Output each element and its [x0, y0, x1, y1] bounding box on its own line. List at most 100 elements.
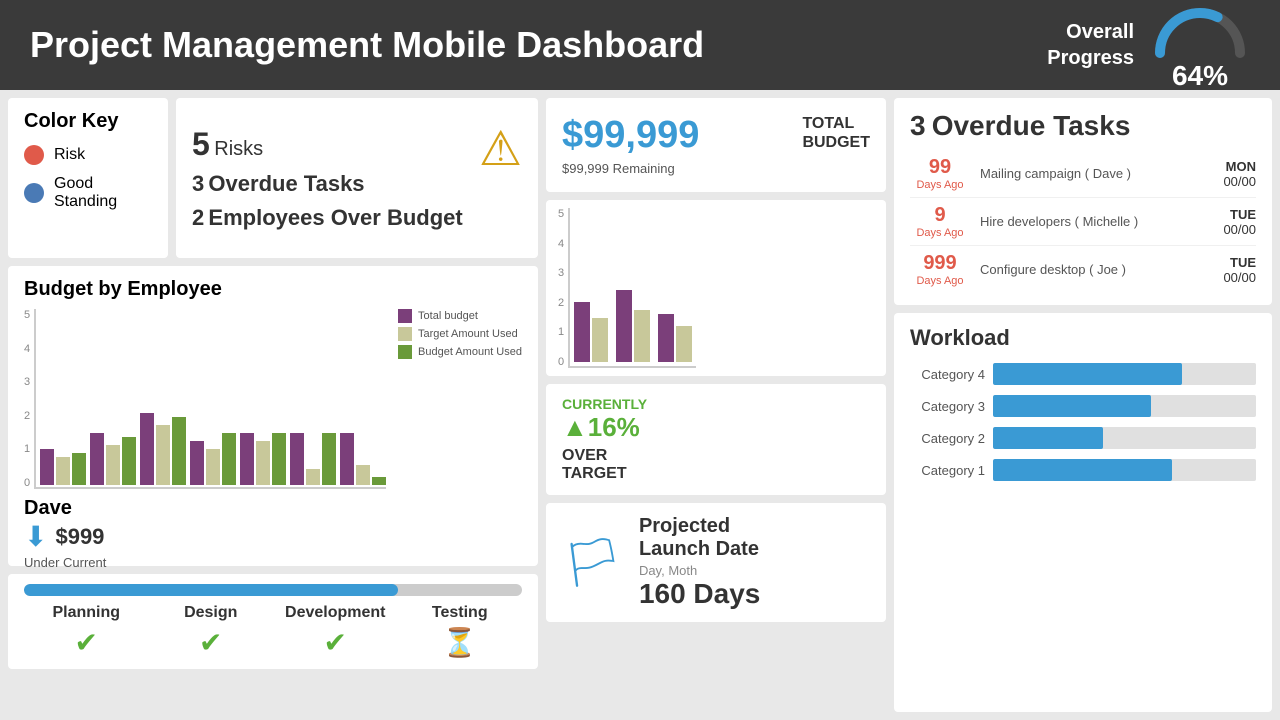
overdue-datenum-1: 00/00	[1223, 174, 1256, 189]
overdue-days-label-3: Days Ago	[910, 275, 970, 287]
progress-section: Planning ✔ Design ✔ Development ✔ Testin…	[8, 574, 538, 669]
overdue-day-1: MON	[1223, 159, 1256, 174]
overdue-days-col-3: 999 Days Ago	[910, 252, 970, 287]
workload-bar-cat4	[993, 363, 1182, 385]
overdue-days-3: 999	[910, 252, 970, 275]
bar-target-5	[256, 441, 270, 485]
workload-label-cat1: Category 1	[910, 463, 985, 478]
legend-box-budget	[398, 345, 412, 359]
bar-budget-6	[322, 433, 336, 485]
header-progress: OverallProgress 64%	[1047, 0, 1250, 92]
mini-bar-target-2	[634, 310, 650, 362]
launch-title: ProjectedLaunch Date	[639, 515, 760, 561]
overdue-info-1: Mailing campaign ( Dave )	[980, 166, 1213, 181]
budget-left: $99,999 $99,999 Remaining	[562, 114, 699, 176]
bar-group-3	[140, 413, 186, 485]
overdue-days-label-2: Days Ago	[910, 227, 970, 239]
good-label: GoodStanding	[54, 175, 117, 211]
gauge-chart	[1150, 0, 1250, 58]
launch-text: ProjectedLaunch Date Day, Moth 160 Days	[639, 515, 760, 610]
overdue-day-2: TUE	[1223, 207, 1256, 222]
overdue-datenum-3: 00/00	[1223, 270, 1256, 285]
mini-bar-chart	[568, 208, 696, 368]
overdue-row-2: 9 Days Ago Hire developers ( Michelle ) …	[910, 198, 1256, 246]
dave-name: Dave	[24, 497, 390, 520]
progress-stages: Planning ✔ Design ✔ Development ✔ Testin…	[24, 604, 522, 659]
stage-testing: Testing ⏳	[398, 604, 523, 659]
progress-label: OverallProgress	[1047, 19, 1134, 71]
overdue-title: 3 Overdue Tasks	[910, 110, 1256, 142]
key-item-good: GoodStanding	[24, 175, 152, 211]
legend-total: Total budget	[398, 309, 522, 323]
overdue-card: 3 Overdue Tasks 99 Days Ago Mailing camp…	[894, 98, 1272, 305]
risks-count-row: 5 Risks	[192, 126, 463, 163]
progress-bar-fill	[24, 584, 398, 596]
budget-y-axis: 543210	[24, 309, 34, 489]
workload-row-cat2: Category 2	[910, 427, 1256, 449]
risks-count: 5	[192, 126, 210, 162]
workload-bar-cat3	[993, 395, 1151, 417]
budget-top-row: $99,999 $99,999 Remaining TOTALBUDGET	[562, 114, 870, 176]
bar-group-2	[90, 433, 136, 485]
budget-chart-area: 543210	[24, 309, 390, 587]
budget-remaining: $99,999 Remaining	[562, 161, 699, 176]
overdue-date-3: TUE 00/00	[1223, 255, 1256, 285]
workload-title: Workload	[910, 325, 1256, 351]
right-column: 3 Overdue Tasks 99 Days Ago Mailing camp…	[894, 98, 1272, 712]
check-icon-design: ✔	[149, 626, 274, 659]
hourglass-icon-testing: ⏳	[398, 626, 523, 659]
left-column: Color Key Risk GoodStanding 5 Risks	[8, 98, 538, 712]
mini-bar-3	[658, 314, 674, 362]
risks-info: 5 Risks 3 Overdue Tasks 2 Employees Over…	[192, 126, 463, 231]
overdue-days-col-1: 99 Days Ago	[910, 156, 970, 191]
mini-y-axis: 543210	[558, 208, 568, 368]
color-key-card: Color Key Risk GoodStanding	[8, 98, 168, 258]
key-item-risk: Risk	[24, 145, 152, 165]
good-dot	[24, 183, 44, 203]
overdue-days-col-2: 9 Days Ago	[910, 204, 970, 239]
stage-development-label: Development	[273, 604, 398, 622]
bar-group-6	[290, 433, 336, 485]
legend-label-budget: Budget Amount Used	[418, 346, 522, 358]
bar-target-1	[56, 457, 70, 485]
overdue-info-2: Hire developers ( Michelle )	[980, 214, 1213, 229]
over-budget-label: Employees Over Budget	[208, 205, 462, 230]
workload-bar-track-cat1	[993, 459, 1256, 481]
progress-bar-track	[24, 584, 522, 596]
budget-bar-chart	[34, 309, 386, 489]
bar-total-4	[190, 441, 204, 485]
overdue-date-1: MON 00/00	[1223, 159, 1256, 189]
legend-label-total: Total budget	[418, 310, 478, 322]
bar-target-2	[106, 445, 120, 485]
mini-bar-target-3	[676, 326, 692, 362]
overdue-count-row: 3 Overdue Tasks	[192, 171, 463, 197]
legend-label-target: Target Amount Used	[418, 328, 518, 340]
stage-planning: Planning ✔	[24, 604, 149, 659]
page-title: Project Management Mobile Dashboard	[30, 24, 704, 66]
risks-label: Risks	[214, 138, 263, 160]
legend-budget: Budget Amount Used	[398, 345, 522, 359]
workload-label-cat3: Category 3	[910, 399, 985, 414]
top-row: Color Key Risk GoodStanding 5 Risks	[8, 98, 538, 258]
currently-pct: ▲16%	[562, 412, 870, 443]
overdue-info-3: Configure desktop ( Joe )	[980, 262, 1213, 277]
bar-budget-3	[172, 417, 186, 485]
bar-total-1	[40, 449, 54, 485]
bar-group-4	[190, 433, 236, 485]
workload-row-cat3: Category 3	[910, 395, 1256, 417]
bar-budget-1	[72, 453, 86, 485]
bar-budget-5	[272, 433, 286, 485]
bar-target-4	[206, 449, 220, 485]
bar-total-2	[90, 433, 104, 485]
down-arrow-icon: ⬇	[24, 520, 47, 553]
main-content: Color Key Risk GoodStanding 5 Risks	[0, 90, 1280, 720]
check-icon-planning: ✔	[24, 626, 149, 659]
stage-planning-label: Planning	[24, 604, 149, 622]
stage-design: Design ✔	[149, 604, 274, 659]
risk-dot	[24, 145, 44, 165]
bar-target-7	[356, 465, 370, 485]
workload-bar-track-cat4	[993, 363, 1256, 385]
mini-bar-2	[616, 290, 632, 362]
workload-row-cat1: Category 1	[910, 459, 1256, 481]
over-budget-count: 2	[192, 205, 204, 230]
